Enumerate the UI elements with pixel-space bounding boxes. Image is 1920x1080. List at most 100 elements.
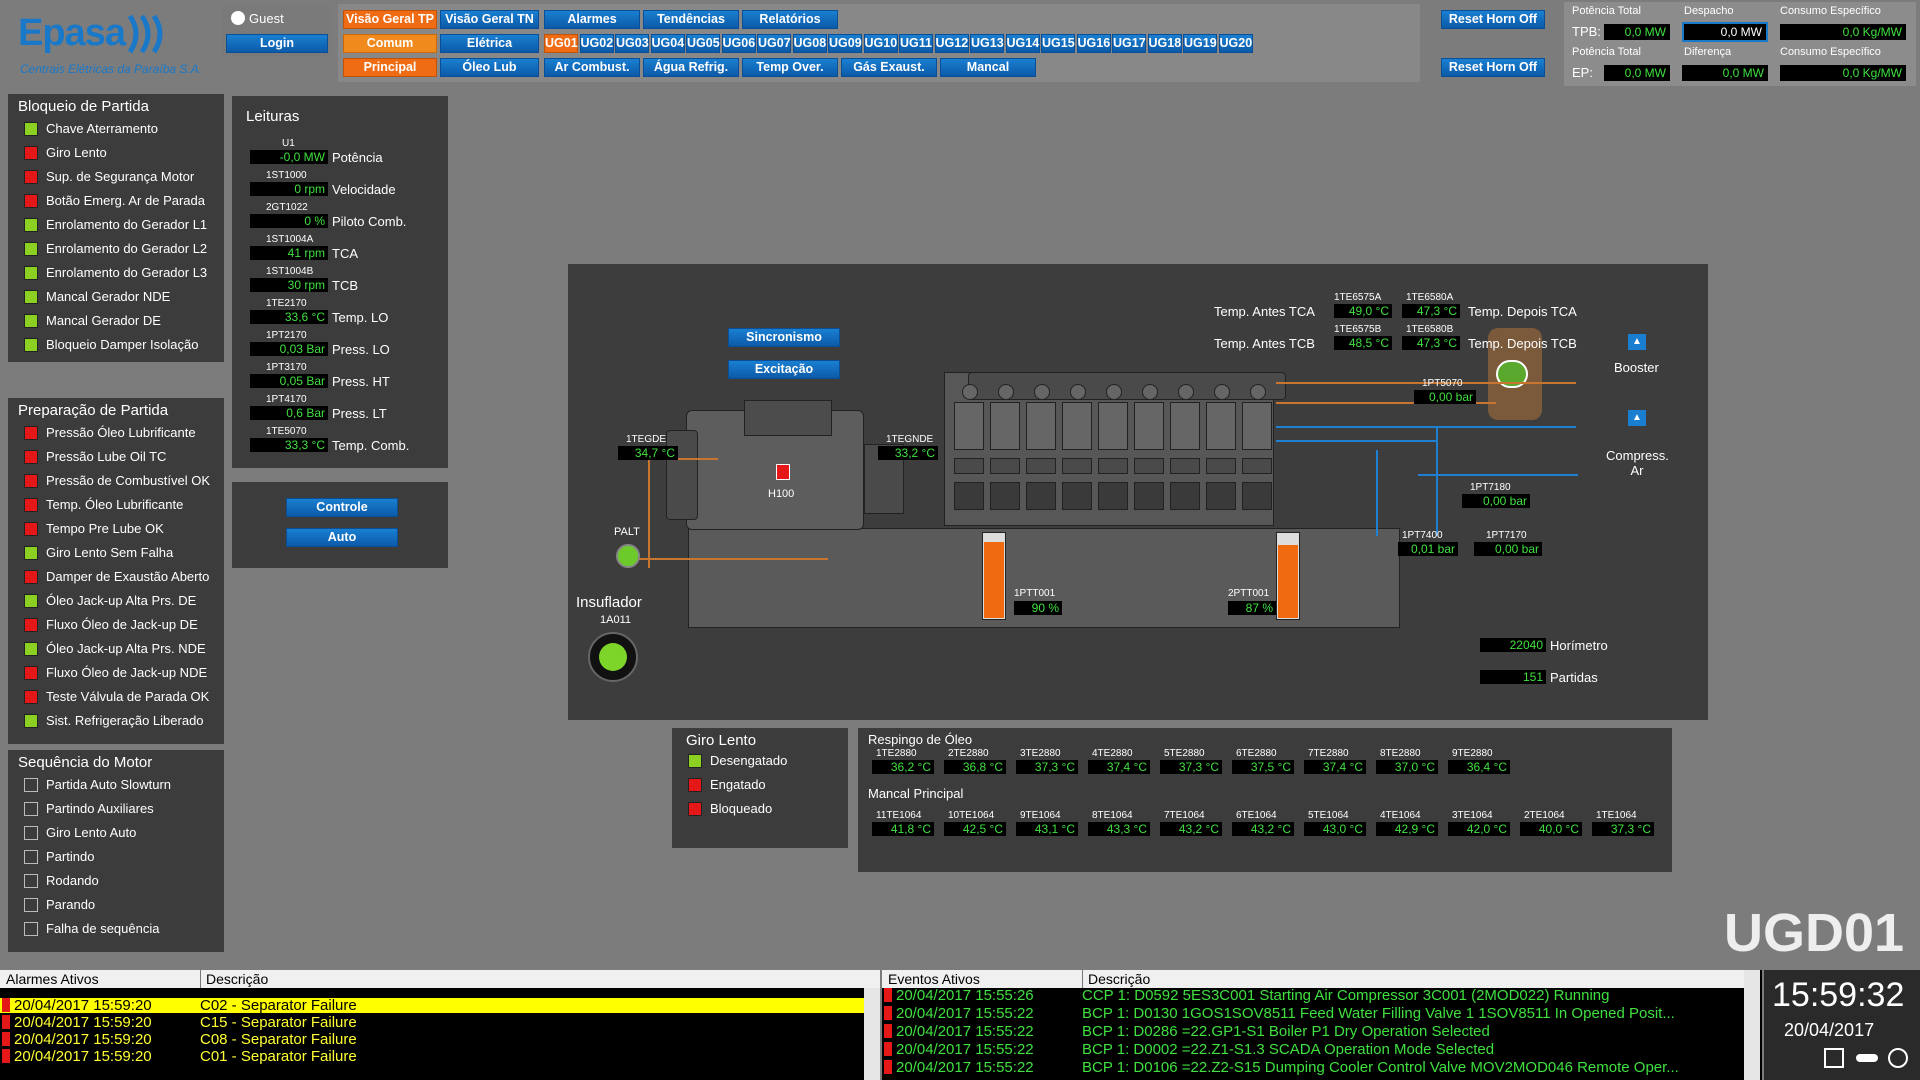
nav-principal[interactable]: Principal xyxy=(343,58,437,77)
alarms-col2: Descrição xyxy=(206,971,269,987)
controle-button[interactable]: Controle xyxy=(286,498,398,517)
ug-tab-ug15[interactable]: UG15 xyxy=(1041,34,1075,53)
ug-tab-ug17[interactable]: UG17 xyxy=(1112,34,1146,53)
nav-alarmes[interactable]: Alarmes xyxy=(544,10,640,29)
auto-button[interactable]: Auto xyxy=(286,528,398,547)
ug-tab-ug19[interactable]: UG19 xyxy=(1183,34,1217,53)
reading-value: -0,0 MW xyxy=(250,150,328,164)
cylinder-head xyxy=(1134,402,1164,450)
sensor-tag: 2TE1064 xyxy=(1524,810,1565,821)
logout-icon[interactable] xyxy=(1824,1048,1844,1068)
h100-indicator[interactable] xyxy=(776,464,790,480)
booster-up-icon[interactable]: ▲ xyxy=(1628,334,1646,350)
sensor-value: 42,5 °C xyxy=(944,822,1006,836)
ug-tab-ug07[interactable]: UG07 xyxy=(757,34,791,53)
nav-agua-refrig[interactable]: Água Refrig. xyxy=(643,58,739,77)
pt7400-tag: 1PT7400 xyxy=(1402,530,1443,541)
checklist-item: Mancal Gerador NDE xyxy=(46,289,171,304)
ug-tab-ug06[interactable]: UG06 xyxy=(721,34,756,53)
te6580b-tag: 1TE6580B xyxy=(1406,324,1454,335)
sensor-value: 36,2 °C xyxy=(872,760,934,774)
nav-ar-combust[interactable]: Ar Combust. xyxy=(544,58,640,77)
fan-icon[interactable] xyxy=(588,632,638,682)
checklist-item: Fluxo Óleo de Jack-up NDE xyxy=(46,665,208,680)
reading-value: 0,05 Bar xyxy=(250,374,328,388)
ug-tab-ug05[interactable]: UG05 xyxy=(686,34,720,53)
cylinder-head xyxy=(954,402,984,450)
alarm-row[interactable]: 20/04/2017 15:59:20 C01 - Separator Failu… xyxy=(0,1049,864,1064)
nav-eletrica[interactable]: Elétrica xyxy=(440,34,539,53)
ug-tab-ug16[interactable]: UG16 xyxy=(1076,34,1111,53)
status-indicator xyxy=(688,778,702,792)
alarm-row[interactable]: 20/04/2017 15:59:20 C15 - Separator Failu… xyxy=(0,1015,864,1030)
event-time: 20/04/2017 15:55:26 xyxy=(896,988,1034,1004)
ug-tab-ug04[interactable]: UG04 xyxy=(650,34,685,53)
status-indicator xyxy=(24,874,38,888)
status-indicator xyxy=(24,338,38,352)
event-time: 20/04/2017 15:55:22 xyxy=(896,1005,1034,1022)
ug-tab-ug09[interactable]: UG09 xyxy=(828,34,862,53)
event-row[interactable]: 20/04/2017 15:55:22 BCP 1: D0106 =22.Z2-S… xyxy=(882,1060,1744,1075)
user-box: Guest Login xyxy=(222,6,332,56)
ug-tab-ug03[interactable]: UG03 xyxy=(615,34,649,53)
temp-depois-tcb-label: Temp. Depois TCB xyxy=(1468,336,1577,351)
sensor-value: 41,8 °C xyxy=(872,822,934,836)
alarm-row[interactable]: 20/04/2017 15:59:20 C08 - Separator Failu… xyxy=(0,1032,864,1047)
cylinder-head xyxy=(1026,402,1056,450)
ug-tab-ug01[interactable]: UG01 xyxy=(544,34,578,53)
ug-tab-ug02[interactable]: UG02 xyxy=(579,34,614,53)
crank-cover xyxy=(990,482,1020,510)
despacho-value[interactable]: 0,0 MW xyxy=(1682,22,1768,42)
excitacao-button[interactable]: Excitação xyxy=(728,360,840,379)
ug-tab-ug11[interactable]: UG11 xyxy=(899,34,933,53)
event-row[interactable]: 20/04/2017 15:55:26 CCP 1: D0592 5ES3C001… xyxy=(882,988,1744,1003)
cylinders xyxy=(954,384,1274,522)
event-row[interactable]: 20/04/2017 15:55:22 BCP 1: D0130 1GOS1SOV… xyxy=(882,1006,1744,1021)
sensor-tag: 7TE1064 xyxy=(1164,810,1205,821)
nav-relatorios[interactable]: Relatórios xyxy=(742,10,838,29)
nav-mancal[interactable]: Mancal xyxy=(940,58,1036,77)
globe-icon[interactable] xyxy=(1888,1048,1908,1068)
nav-visao-geral-tp[interactable]: Visão Geral TP xyxy=(343,10,437,29)
alarms-scrollbar[interactable] xyxy=(864,988,880,1080)
sensor-tag: 11TE1064 xyxy=(876,810,922,821)
checklist-item: Giro Lento xyxy=(46,145,107,160)
key-icon[interactable] xyxy=(1856,1054,1878,1062)
ug-tab-ug08[interactable]: UG08 xyxy=(792,34,827,53)
nav-temp-over[interactable]: Temp Over. xyxy=(742,58,838,77)
nav-oleo-lub[interactable]: Óleo Lub xyxy=(440,58,539,77)
cylinder-head xyxy=(1206,402,1236,450)
nav-comum[interactable]: Comum xyxy=(343,34,437,53)
reset-horn-button-2[interactable]: Reset Horn Off xyxy=(1441,58,1545,77)
checklist-item: Botão Emerg. Ar de Parada xyxy=(46,193,205,208)
login-button[interactable]: Login xyxy=(226,34,328,53)
ug-tab-ug10[interactable]: UG10 xyxy=(863,34,898,53)
ug-tab-ug14[interactable]: UG14 xyxy=(1005,34,1040,53)
sensor-value: 42,9 °C xyxy=(1376,822,1438,836)
checklist-item: Sist. Refrigeração Liberado xyxy=(46,713,204,728)
nav-tendencias[interactable]: Tendências xyxy=(643,10,739,29)
checklist-item: Teste Válvula de Parada OK xyxy=(46,689,210,704)
nav-visao-geral-tn[interactable]: Visão Geral TN xyxy=(440,10,539,29)
ug-tab-ug12[interactable]: UG12 xyxy=(934,34,969,53)
alarms-rows: 20/04/2017 15:59:20 C02 - Separator Failu… xyxy=(0,988,864,1080)
ug-tab-ug13[interactable]: UG13 xyxy=(970,34,1004,53)
event-row[interactable]: 20/04/2017 15:55:22 BCP 1: D0286 =22.GP1-… xyxy=(882,1024,1744,1039)
te6580a-tag: 1TE6580A xyxy=(1406,292,1454,303)
alarm-row[interactable]: 20/04/2017 15:59:20 C02 - Separator Failu… xyxy=(0,998,864,1013)
ug-tab-ug20[interactable]: UG20 xyxy=(1218,34,1253,53)
palt-play-icon[interactable] xyxy=(616,544,640,568)
checklist-item: Óleo Jack-up Alta Prs. NDE xyxy=(46,641,206,656)
events-scrollbar[interactable] xyxy=(1744,970,1760,1080)
ug-tab-ug18[interactable]: UG18 xyxy=(1147,34,1182,53)
reset-horn-button-1[interactable]: Reset Horn Off xyxy=(1441,10,1545,29)
pt7170-tag: 1PT7170 xyxy=(1486,530,1527,541)
compress-up-icon[interactable]: ▲ xyxy=(1628,410,1646,426)
sincronismo-button[interactable]: Sincronismo xyxy=(728,328,840,347)
nav-gas-exaust[interactable]: Gás Exaust. xyxy=(841,58,937,77)
event-row[interactable]: 20/04/2017 15:55:22 BCP 1: D0002 =22.Z1-S… xyxy=(882,1042,1744,1057)
sensor-value: 43,3 °C xyxy=(1088,822,1150,836)
crank-cover xyxy=(1026,482,1056,510)
sensor-value: 42,0 °C xyxy=(1448,822,1510,836)
status-indicator xyxy=(24,666,38,680)
